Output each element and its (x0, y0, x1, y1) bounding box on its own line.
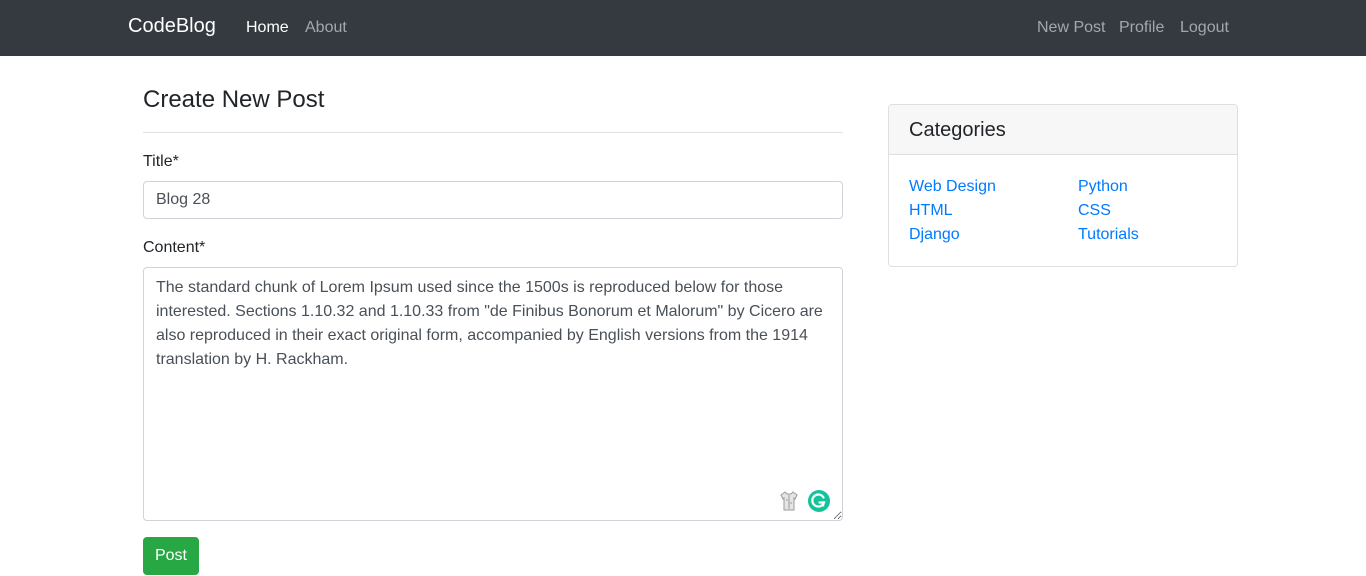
category-link-css[interactable]: CSS (1078, 202, 1111, 220)
heading-divider (143, 132, 843, 133)
grammarly-icon[interactable] (808, 490, 830, 512)
categories-title: Categories (909, 119, 1006, 141)
category-link-html[interactable]: HTML (909, 202, 953, 220)
category-link-python[interactable]: Python (1078, 178, 1128, 196)
category-link-django[interactable]: Django (909, 226, 960, 244)
categories-card-header: Categories (889, 105, 1237, 155)
title-label: Title* (143, 153, 179, 170)
shirt-icon[interactable] (780, 491, 798, 511)
categories-card: Categories Web Design Python HTML CSS Dj… (888, 104, 1238, 267)
category-link-tutorials[interactable]: Tutorials (1078, 226, 1139, 244)
navbar: CodeBlog Home About New Post Profile Log… (0, 0, 1366, 56)
post-submit-button[interactable]: Post (143, 537, 199, 575)
content-label: Content* (143, 239, 206, 256)
nav-profile-link[interactable]: Profile (1119, 19, 1164, 37)
category-link-web-design[interactable]: Web Design (909, 178, 996, 196)
nav-about-link[interactable]: About (305, 19, 347, 37)
page-title: Create New Post (143, 86, 325, 113)
nav-logout-link[interactable]: Logout (1180, 19, 1229, 37)
content-textarea[interactable]: The standard chunk of Lorem Ipsum used s… (143, 267, 843, 521)
nav-new-post-link[interactable]: New Post (1037, 19, 1105, 37)
brand-logo-link[interactable]: CodeBlog (128, 15, 216, 38)
nav-home-link[interactable]: Home (246, 19, 289, 37)
title-input[interactable] (143, 181, 843, 219)
